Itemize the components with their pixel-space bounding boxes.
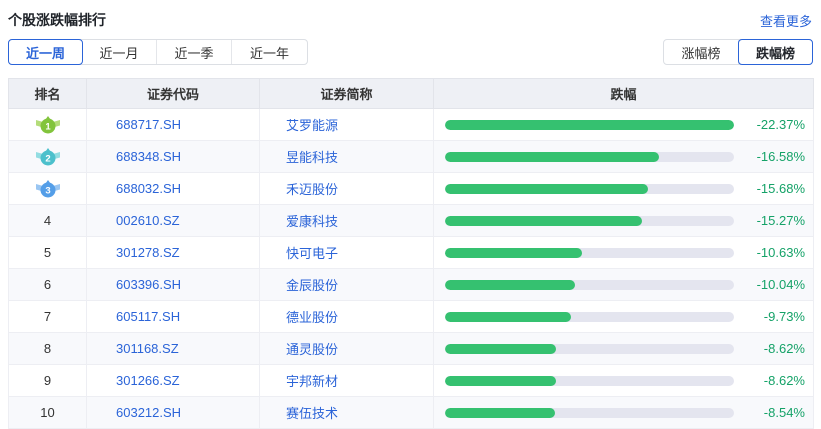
tab-period-week[interactable]: 近一周 xyxy=(8,39,83,65)
column-header-change: 跌幅 xyxy=(434,79,814,109)
stock-name-link[interactable]: 金辰股份 xyxy=(286,278,338,293)
table-row: 5 301278.SZ 快可电子 -10.63% xyxy=(9,237,814,269)
rank-2-medal-icon: 2 xyxy=(35,148,61,166)
bar-track xyxy=(445,152,734,162)
stock-code-link[interactable]: 301266.SZ xyxy=(116,373,180,388)
stock-code-link[interactable]: 603396.SH xyxy=(116,277,181,292)
column-header-code: 证券代码 xyxy=(87,79,260,109)
stock-name-link[interactable]: 艾罗能源 xyxy=(286,118,338,133)
tab-period-year[interactable]: 近一年 xyxy=(232,40,307,64)
svg-text:3: 3 xyxy=(45,185,50,196)
stock-code-link[interactable]: 688032.SH xyxy=(116,181,181,196)
stock-code-link[interactable]: 002610.SZ xyxy=(116,213,180,228)
column-header-rank: 排名 xyxy=(9,79,87,109)
change-value: -8.62% xyxy=(734,341,805,356)
table-row: 2 688348.SH 昱能科技 -16.58% xyxy=(9,141,814,173)
rank-number: 4 xyxy=(44,213,51,228)
bar-fill xyxy=(445,344,556,354)
table-row: 4 002610.SZ 爱康科技 -15.27% xyxy=(9,205,814,237)
table-row: 9 301266.SZ 宇邦新材 -8.62% xyxy=(9,365,814,397)
change-value: -15.68% xyxy=(734,181,805,196)
period-tabs: 近一周 近一月 近一季 近一年 xyxy=(8,39,308,65)
bar-track xyxy=(445,344,734,354)
bar-fill xyxy=(445,312,571,322)
stock-name-link[interactable]: 通灵股份 xyxy=(286,342,338,357)
stock-code-link[interactable]: 688717.SH xyxy=(116,117,181,132)
tab-losers-board[interactable]: 跌幅榜 xyxy=(738,39,813,65)
table-row: 7 605117.SH 德业股份 -9.73% xyxy=(9,301,814,333)
table-row: 8 301168.SZ 通灵股份 -8.62% xyxy=(9,333,814,365)
board-toggle: 涨幅榜 跌幅榜 xyxy=(663,39,813,65)
ranking-table: 排名 证券代码 证券简称 跌幅 1 688717.SH 艾罗能源 -22.37%… xyxy=(8,78,814,429)
rank-3-medal-icon: 3 xyxy=(35,180,61,198)
stock-name-link[interactable]: 昱能科技 xyxy=(286,150,338,165)
topbar: 个股涨跌幅排行 查看更多 xyxy=(0,0,821,30)
change-value: -10.63% xyxy=(734,245,805,260)
bar-track xyxy=(445,120,734,130)
bar-track xyxy=(445,312,734,322)
bar-track xyxy=(445,184,734,194)
rank-number: 5 xyxy=(44,245,51,260)
change-value: -10.04% xyxy=(734,277,805,292)
change-value: -22.37% xyxy=(734,117,805,132)
bar-fill xyxy=(445,152,659,162)
stock-name-link[interactable]: 宇邦新材 xyxy=(286,374,338,389)
change-value: -15.27% xyxy=(734,213,805,228)
stock-name-link[interactable]: 德业股份 xyxy=(286,310,338,325)
bar-fill xyxy=(445,408,555,418)
bar-track xyxy=(445,216,734,226)
stock-code-link[interactable]: 301278.SZ xyxy=(116,245,180,260)
bar-fill xyxy=(445,216,642,226)
view-more-link[interactable]: 查看更多 xyxy=(760,11,812,30)
tab-period-quarter[interactable]: 近一季 xyxy=(157,40,232,64)
tab-gainers-board[interactable]: 涨幅榜 xyxy=(664,40,739,64)
bar-fill xyxy=(445,248,582,258)
stock-name-link[interactable]: 快可电子 xyxy=(286,246,338,261)
page-title: 个股涨跌幅排行 xyxy=(8,10,106,30)
column-header-name: 证券简称 xyxy=(260,79,434,109)
controls-row: 近一周 近一月 近一季 近一年 涨幅榜 跌幅榜 xyxy=(8,39,813,65)
stock-name-link[interactable]: 爱康科技 xyxy=(286,214,338,229)
rank-number: 9 xyxy=(44,373,51,388)
stock-name-link[interactable]: 禾迈股份 xyxy=(286,182,338,197)
rank-1-medal-icon: 1 xyxy=(35,116,61,134)
table-header-row: 排名 证券代码 证券简称 跌幅 xyxy=(9,79,814,109)
bar-track xyxy=(445,376,734,386)
bar-fill xyxy=(445,280,575,290)
svg-text:1: 1 xyxy=(45,121,51,132)
bar-fill xyxy=(445,120,734,130)
bar-fill xyxy=(445,376,556,386)
stock-code-link[interactable]: 301168.SZ xyxy=(116,341,179,356)
rank-number: 7 xyxy=(44,309,51,324)
change-value: -8.62% xyxy=(734,373,805,388)
table-row: 6 603396.SH 金辰股份 -10.04% xyxy=(9,269,814,301)
change-value: -9.73% xyxy=(734,309,805,324)
stock-code-link[interactable]: 603212.SH xyxy=(116,405,181,420)
stock-code-link[interactable]: 605117.SH xyxy=(116,309,180,324)
table-row: 1 688717.SH 艾罗能源 -22.37% xyxy=(9,109,814,141)
rank-number: 8 xyxy=(44,341,51,356)
rank-number: 6 xyxy=(44,277,51,292)
table-row: 3 688032.SH 禾迈股份 -15.68% xyxy=(9,173,814,205)
change-value: -16.58% xyxy=(734,149,805,164)
change-value: -8.54% xyxy=(734,405,805,420)
svg-text:2: 2 xyxy=(45,153,50,164)
stock-name-link[interactable]: 赛伍技术 xyxy=(286,406,338,421)
bar-fill xyxy=(445,184,648,194)
bar-track xyxy=(445,408,734,418)
bar-track xyxy=(445,248,734,258)
bar-track xyxy=(445,280,734,290)
table-row: 10 603212.SH 赛伍技术 -8.54% xyxy=(9,397,814,429)
tab-period-month[interactable]: 近一月 xyxy=(82,40,157,64)
rank-number: 10 xyxy=(40,405,54,420)
stock-code-link[interactable]: 688348.SH xyxy=(116,149,181,164)
